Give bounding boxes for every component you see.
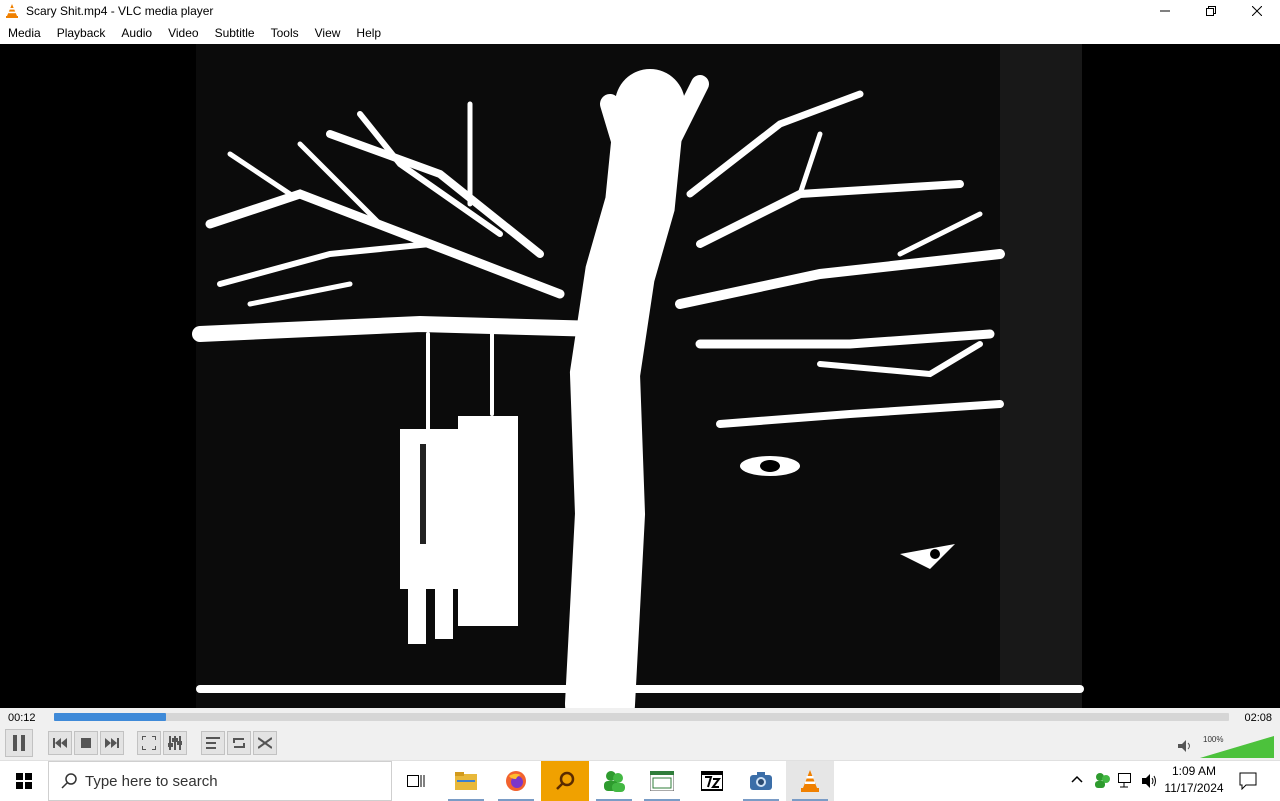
close-button[interactable] [1234, 0, 1280, 22]
volume-slider[interactable] [1200, 736, 1274, 758]
fullscreen-icon [142, 736, 156, 750]
playlist-button[interactable] [201, 731, 225, 755]
playback-controls: 00:12 02:08 100% [0, 708, 1280, 760]
windows-icon [16, 773, 32, 789]
menu-view[interactable]: View [307, 22, 349, 44]
window-controls [1142, 0, 1280, 22]
file-explorer-icon [455, 772, 477, 790]
previous-icon [53, 738, 67, 748]
menu-tools[interactable]: Tools [263, 22, 307, 44]
tray-clock[interactable]: 1:09 AM 11/17/2024 [1160, 763, 1228, 797]
menu-video[interactable]: Video [160, 22, 206, 44]
equalizer-icon [168, 736, 182, 750]
current-time: 00:12 [8, 712, 36, 724]
shuffle-icon [258, 737, 272, 749]
vlc-button[interactable] [786, 761, 834, 801]
restore-icon [1206, 6, 1216, 16]
7zip-icon [701, 771, 723, 791]
clock-time: 1:09 AM [1171, 764, 1217, 778]
menu-audio[interactable]: Audio [113, 22, 160, 44]
file-explorer-button[interactable] [442, 761, 490, 801]
menu-playback[interactable]: Playback [49, 22, 114, 44]
fullscreen-button[interactable] [137, 731, 161, 755]
sheet-app-icon [650, 771, 674, 791]
7zip-button[interactable] [688, 761, 736, 801]
firefox-icon [506, 771, 526, 791]
total-time: 02:08 [1244, 712, 1272, 724]
menu-bar: Media Playback Audio Video Subtitle Tool… [0, 22, 1280, 44]
close-icon [1252, 6, 1262, 16]
seek-bar[interactable] [54, 713, 1229, 721]
loop-icon [233, 738, 245, 748]
pause-icon [13, 735, 25, 751]
search-app-icon [556, 771, 575, 790]
taskbar: Type here to search 1:09 AM 11/17/2024 [0, 760, 1280, 801]
clock-date: 11/17/2024 [1164, 781, 1224, 795]
task-view-button[interactable] [392, 761, 440, 801]
volume-icon[interactable] [1178, 740, 1192, 752]
firefox-button[interactable] [492, 761, 540, 801]
tray-people-icon[interactable] [1094, 771, 1112, 789]
pause-button[interactable] [5, 729, 33, 757]
menu-help[interactable]: Help [348, 22, 389, 44]
title-bar: Scary Shit.mp4 - VLC media player [0, 0, 1280, 22]
extended-settings-button[interactable] [163, 731, 187, 755]
start-button[interactable] [0, 761, 48, 801]
next-icon [105, 738, 119, 748]
network-icon[interactable] [1118, 773, 1136, 789]
sheet-app-button[interactable] [638, 761, 686, 801]
camera-app-button[interactable] [737, 761, 785, 801]
notification-icon[interactable] [1239, 772, 1257, 790]
camera-app-icon [750, 772, 772, 790]
window-title: Scary Shit.mp4 - VLC media player [26, 4, 214, 18]
taskbar-search[interactable]: Type here to search [48, 761, 392, 801]
vlc-icon [801, 770, 819, 792]
shuffle-button[interactable] [253, 731, 277, 755]
search-placeholder: Type here to search [85, 772, 218, 790]
video-frame [192, 44, 1084, 708]
restore-button[interactable] [1188, 0, 1234, 22]
people-app-icon [604, 771, 625, 792]
next-button[interactable] [100, 731, 124, 755]
previous-button[interactable] [48, 731, 72, 755]
search-app-button[interactable] [541, 761, 589, 801]
minimize-icon [1160, 10, 1170, 12]
video-area[interactable] [0, 44, 1280, 708]
minimize-button[interactable] [1142, 0, 1188, 22]
seek-progress [54, 713, 166, 721]
show-hidden-icons-icon[interactable] [1071, 775, 1083, 783]
task-view-icon [407, 775, 425, 787]
stop-icon [81, 738, 91, 748]
vlc-cone-icon [6, 4, 18, 18]
playlist-icon [206, 737, 220, 749]
menu-media[interactable]: Media [0, 22, 49, 44]
speaker-icon[interactable] [1142, 773, 1158, 789]
people-app-button[interactable] [590, 761, 638, 801]
search-icon [61, 773, 77, 789]
loop-button[interactable] [227, 731, 251, 755]
stop-button[interactable] [74, 731, 98, 755]
menu-subtitle[interactable]: Subtitle [207, 22, 263, 44]
